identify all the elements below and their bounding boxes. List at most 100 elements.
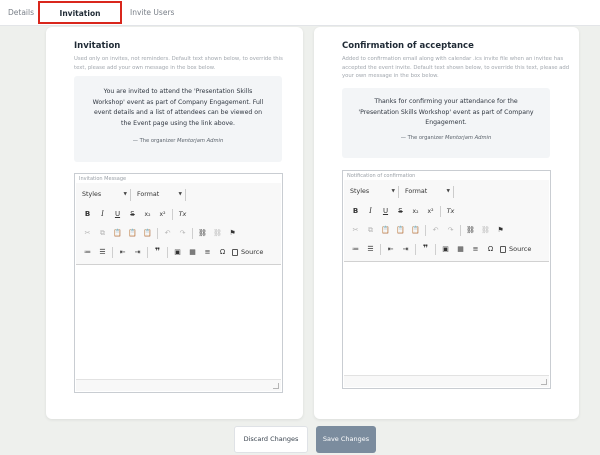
indent-icon[interactable]: ⇥ [398,243,413,255]
superscript-button[interactable]: x² [155,208,170,220]
confirmation-message-textarea[interactable] [344,263,549,387]
bulleted-list-icon[interactable]: ☰ [363,243,378,255]
clear-formatting-button[interactable]: Tx [443,205,458,217]
redo-icon[interactable]: ↷ [175,227,190,239]
chevron-down-icon: ▼ [446,189,450,194]
format-dropdown[interactable]: Format ▼ [135,189,186,201]
paste-text-icon[interactable]: 📋 [393,224,408,236]
special-character-icon[interactable]: Ω [215,246,230,258]
save-changes-button[interactable]: Save Changes [316,426,376,453]
anchor-flag-icon[interactable]: ⚑ [493,224,508,236]
indent-icon[interactable]: ⇥ [130,246,145,258]
image-icon[interactable]: ▣ [170,246,185,258]
chevron-down-icon: ▼ [391,189,395,194]
signature-prefix: — The organizer [400,134,444,141]
underline-button[interactable]: U [378,205,393,217]
subscript-button[interactable]: x₂ [140,208,155,220]
tab-invitation-messaging[interactable]: Invitation Messaging [38,1,122,40]
confirmation-message-editor[interactable]: Notification of confirmation Styles ▼ For… [342,170,551,389]
blockquote-icon[interactable]: ❞ [418,243,433,255]
styles-label: Styles [350,188,370,195]
paste-word-icon[interactable]: 📋 [140,227,155,239]
outdent-icon[interactable]: ⇤ [115,246,130,258]
document-icon [232,248,238,256]
outdent-icon[interactable]: ⇤ [383,243,398,255]
invitation-message-textarea[interactable] [76,266,281,391]
editor-label: Invitation Message [79,176,127,182]
styles-dropdown[interactable]: Styles ▼ [80,189,131,201]
editor-toolbar: Styles ▼ Format ▼ B I U S x₂ x² Tx ✂ ⧉ 📋 [76,183,281,265]
redo-icon[interactable]: ↷ [443,224,458,236]
signature-name: Mentorjam Admin [445,134,492,141]
bulleted-list-icon[interactable]: ☰ [95,246,110,258]
paste-icon[interactable]: 📋 [110,227,125,239]
chevron-down-icon: ▼ [178,192,182,197]
invitation-card: Invitation Used only on invites, not rem… [46,27,303,419]
confirmation-default-preview: Thanks for confirming your attendance fo… [342,88,550,158]
copy-icon[interactable]: ⧉ [363,224,378,236]
source-button[interactable]: Source [232,248,263,256]
subscript-button[interactable]: x₂ [408,205,423,217]
paste-word-icon[interactable]: 📋 [408,224,423,236]
italic-button[interactable]: I [363,205,378,217]
invitation-preview-text: You are invited to attend the 'Presentat… [92,88,264,127]
numbered-list-icon[interactable]: ≔ [348,243,363,255]
numbered-list-icon[interactable]: ≔ [80,246,95,258]
superscript-button[interactable]: x² [423,205,438,217]
anchor-flag-icon[interactable]: ⚑ [225,227,240,239]
invitation-default-preview: You are invited to attend the 'Presentat… [74,76,282,162]
bold-button[interactable]: B [348,205,363,217]
unlink-icon[interactable]: ⛓ [478,224,493,236]
bold-button[interactable]: B [80,208,95,220]
invitation-title: Invitation [74,41,121,51]
source-button[interactable]: Source [500,245,531,253]
editor-label: Notification of confirmation [347,173,416,179]
source-label: Source [241,248,264,256]
image-icon[interactable]: ▣ [438,243,453,255]
clear-formatting-button[interactable]: Tx [175,208,190,220]
italic-button[interactable]: I [95,208,110,220]
confirmation-card: Confirmation of acceptance Added to conf… [314,27,579,419]
paste-text-icon[interactable]: 📋 [125,227,140,239]
resize-handle-icon[interactable] [273,383,279,389]
chevron-down-icon: ▼ [123,192,127,197]
undo-icon[interactable]: ↶ [428,224,443,236]
format-label: Format [405,188,428,195]
invitation-preview-signature: — The organizer Mentorjam Admin [74,138,282,144]
link-icon[interactable]: ⛓ [463,224,478,236]
tab-details[interactable]: Details [8,0,34,26]
confirmation-preview-text: Thanks for confirming your attendance fo… [358,98,534,126]
editor-statusbar [344,375,549,387]
underline-button[interactable]: U [110,208,125,220]
invitation-message-editor[interactable]: Invitation Message Styles ▼ Format ▼ B I U… [74,173,283,393]
table-icon[interactable]: ▦ [185,246,200,258]
strikethrough-button[interactable]: S [393,205,408,217]
unlink-icon[interactable]: ⛓ [210,227,225,239]
confirmation-preview-signature: — The organizer Mentorjam Admin [342,135,550,141]
signature-prefix: — The organizer [132,138,176,144]
confirmation-title: Confirmation of acceptance [342,41,474,51]
horizontal-rule-icon[interactable]: ≡ [468,243,483,255]
table-icon[interactable]: ▦ [453,243,468,255]
editor-statusbar [76,379,281,391]
styles-dropdown[interactable]: Styles ▼ [348,186,399,198]
tab-invite-users[interactable]: Invite Users [130,0,174,26]
special-character-icon[interactable]: Ω [483,243,498,255]
link-icon[interactable]: ⛓ [195,227,210,239]
discard-changes-button[interactable]: Discard Changes [234,426,308,453]
paste-icon[interactable]: 📋 [378,224,393,236]
undo-icon[interactable]: ↶ [160,227,175,239]
horizontal-rule-icon[interactable]: ≡ [200,246,215,258]
invitation-description: Used only on invites, not reminders. Def… [74,56,283,71]
resize-handle-icon[interactable] [541,379,547,385]
strikethrough-button[interactable]: S [125,208,140,220]
cut-icon[interactable]: ✂ [348,224,363,236]
editor-toolbar: Styles ▼ Format ▼ B I U S x₂ x² Tx ✂ ⧉ 📋 [344,180,549,262]
blockquote-icon[interactable]: ❞ [150,246,165,258]
format-dropdown[interactable]: Format ▼ [403,186,454,198]
copy-icon[interactable]: ⧉ [95,227,110,239]
confirmation-description: Added to confirmation email along with c… [342,56,570,79]
cut-icon[interactable]: ✂ [80,227,95,239]
tab-bar: Details Invitation Messaging Invite User… [0,0,600,40]
format-label: Format [137,191,160,198]
